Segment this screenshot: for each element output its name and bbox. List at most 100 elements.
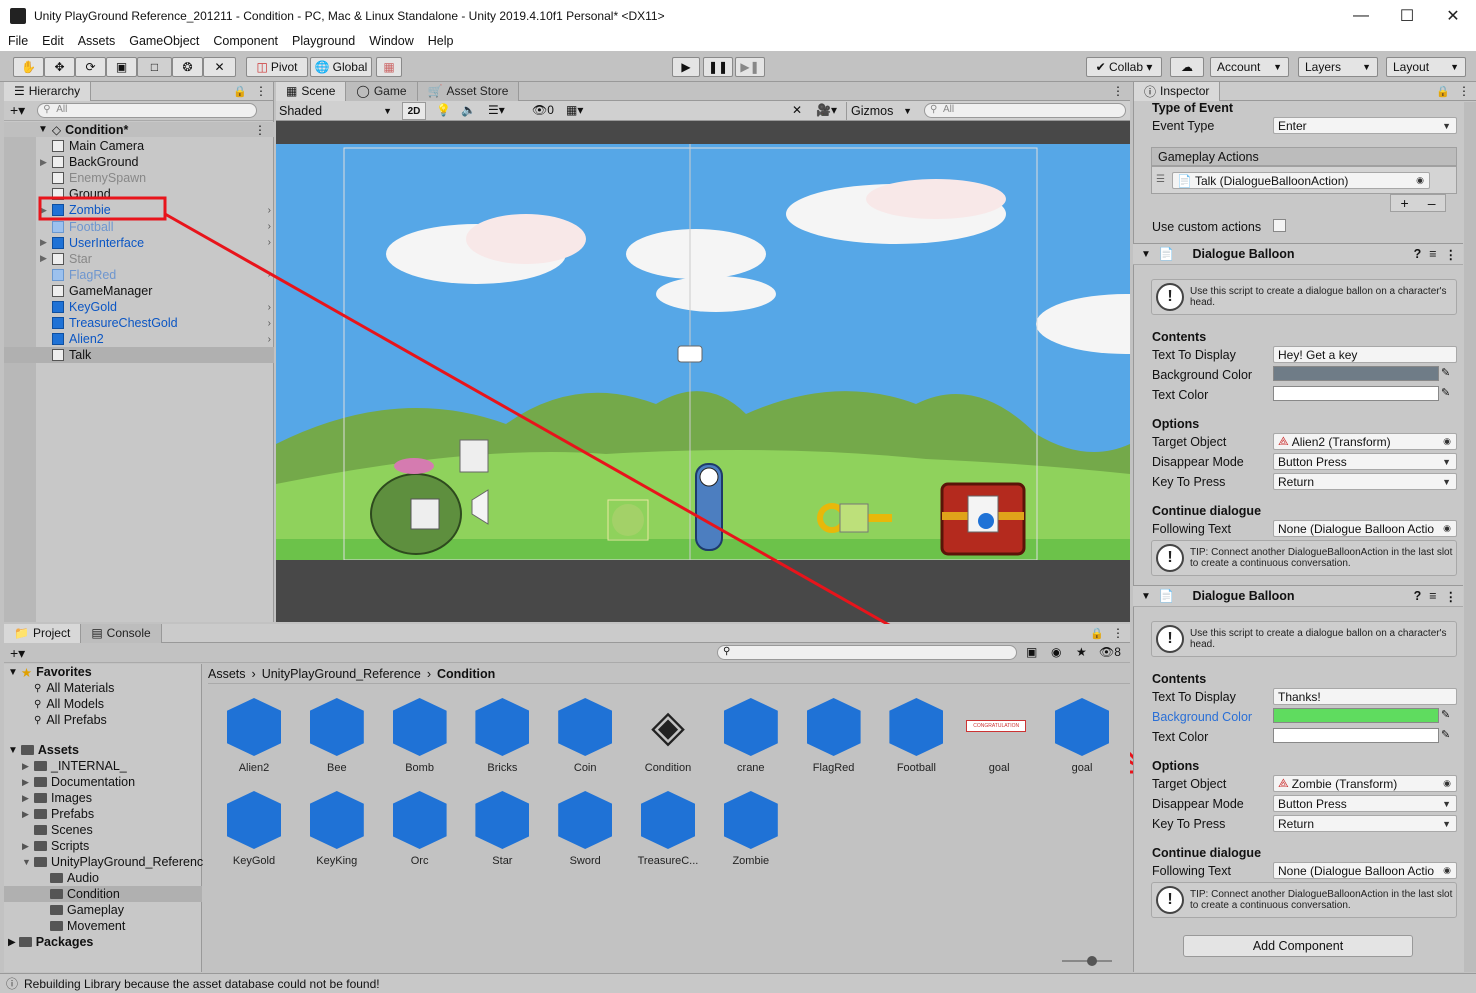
- following-text-field[interactable]: None (Dialogue Balloon Actio ◉: [1273, 862, 1457, 879]
- open-prefab-icon[interactable]: ›: [268, 334, 271, 345]
- asset-item[interactable]: Zombie: [711, 791, 791, 867]
- help-icon[interactable]: ?: [1414, 247, 1422, 261]
- open-prefab-icon[interactable]: ›: [268, 318, 271, 329]
- hierarchy-item-flagred[interactable]: FlagRed ›: [40, 267, 277, 283]
- menu-help[interactable]: Help: [420, 34, 460, 48]
- project-search-input[interactable]: ⚲: [717, 645, 1017, 660]
- asset-item[interactable]: goal: [1042, 698, 1122, 774]
- subfolder-item[interactable]: Movement: [4, 918, 202, 934]
- open-prefab-icon[interactable]: ›: [268, 221, 271, 232]
- hierarchy-item-talk[interactable]: Talk: [4, 347, 274, 364]
- collapse-arrow-icon[interactable]: ▼: [1141, 249, 1151, 260]
- object-picker-icon[interactable]: ◉: [1443, 778, 1451, 789]
- eyedropper-icon[interactable]: ✎: [1441, 386, 1450, 399]
- minimize-icon[interactable]: —: [1338, 0, 1384, 31]
- scene-menu-icon[interactable]: ⋮: [254, 123, 266, 137]
- preset-icon[interactable]: ≡: [1429, 589, 1436, 603]
- object-picker-icon[interactable]: ◉: [1416, 175, 1424, 186]
- hierarchy-item-keygold[interactable]: KeyGold ›: [40, 299, 277, 315]
- menu-assets[interactable]: Assets: [70, 34, 122, 48]
- preset-icon[interactable]: ≡: [1429, 247, 1436, 261]
- menu-file[interactable]: File: [0, 34, 34, 48]
- target-object-field[interactable]: ⟁ Zombie (Transform) ◉: [1273, 775, 1457, 792]
- lighting-icon[interactable]: 💡: [436, 103, 451, 117]
- add-icon[interactable]: +▾: [10, 102, 25, 119]
- hidden-packages-toggle[interactable]: 👁 8: [1099, 645, 1121, 659]
- hierarchy-item-star[interactable]: ▶ Star: [40, 251, 277, 267]
- open-prefab-icon[interactable]: ›: [268, 302, 271, 313]
- hierarchy-item-ground[interactable]: Ground: [40, 186, 277, 202]
- hierarchy-item-userinterface[interactable]: ▶ UserInterface ›: [40, 235, 277, 251]
- scale-tool-icon[interactable]: ▣: [106, 57, 137, 77]
- label-icon[interactable]: ◉: [1051, 645, 1061, 659]
- folder-item[interactable]: ▼ UnityPlayGround_Referenc: [22, 854, 203, 870]
- asset-item[interactable]: Bomb: [380, 698, 460, 774]
- open-prefab-icon[interactable]: ›: [268, 205, 271, 216]
- subfolder-item[interactable]: Audio: [4, 870, 202, 886]
- rotate-tool-icon[interactable]: ⟳: [75, 57, 106, 77]
- snap-grid-icon[interactable]: ▦: [376, 57, 402, 77]
- folder-item[interactable]: ▶ Scripts: [22, 838, 89, 854]
- kebab-menu-icon[interactable]: ⋮: [1445, 589, 1458, 604]
- tools-icon[interactable]: ✕: [792, 103, 802, 117]
- hierarchy-item-main camera[interactable]: Main Camera: [40, 138, 277, 154]
- open-prefab-icon[interactable]: ›: [268, 269, 271, 280]
- scene-menu-icon[interactable]: ⋮: [1112, 84, 1124, 98]
- asset-item[interactable]: KeyGold: [214, 791, 294, 867]
- background-color-swatch[interactable]: [1273, 708, 1439, 723]
- kebab-menu-icon[interactable]: ⋮: [255, 84, 267, 98]
- expand-arrow-icon[interactable]: ▶: [40, 205, 52, 216]
- create-icon[interactable]: +▾: [10, 645, 25, 662]
- target-object-field[interactable]: ⟁ Alien2 (Transform) ◉: [1273, 433, 1457, 450]
- asset-item[interactable]: Bee: [297, 698, 377, 774]
- play-button[interactable]: ▶: [672, 57, 700, 77]
- hierarchy-item-zombie[interactable]: ▶ Zombie ›: [40, 202, 277, 218]
- favorite-item[interactable]: ⚲ All Models: [34, 696, 104, 712]
- tab-hierarchy[interactable]: ☰ Hierarchy: [4, 81, 92, 101]
- close-icon[interactable]: ✕: [1430, 0, 1476, 31]
- expand-arrow-icon[interactable]: ▼: [38, 124, 48, 135]
- talk-action-field[interactable]: 📄 Talk (DialogueBalloonAction) ◉: [1172, 172, 1430, 189]
- object-picker-icon[interactable]: ◉: [1443, 523, 1451, 534]
- account-dropdown[interactable]: Account ▼: [1210, 57, 1289, 77]
- tab-inspector[interactable]: ⓘ Inspector: [1134, 81, 1221, 101]
- add-component-button[interactable]: Add Component: [1183, 935, 1413, 957]
- global-toggle[interactable]: 🌐 Global: [310, 57, 372, 77]
- hand-tool-icon[interactable]: ✋: [13, 57, 44, 77]
- menu-window[interactable]: Window: [361, 34, 419, 48]
- eyedropper-icon[interactable]: ✎: [1441, 366, 1450, 379]
- asset-item[interactable]: Orc: [380, 791, 460, 867]
- asset-item[interactable]: KeyKing: [297, 791, 377, 867]
- assets-row[interactable]: ▼ Assets: [8, 742, 79, 758]
- favorite-icon[interactable]: ★: [1076, 645, 1087, 659]
- asset-item[interactable]: ◈ Condition: [628, 698, 708, 774]
- disappear-mode-dropdown[interactable]: Button Press ▼: [1273, 453, 1457, 470]
- following-text-field[interactable]: None (Dialogue Balloon Actio ◉: [1273, 520, 1457, 537]
- text-color-swatch[interactable]: [1273, 386, 1439, 401]
- breadcrumb-assets[interactable]: Assets: [208, 667, 246, 681]
- breadcrumb-reference[interactable]: UnityPlayGround_Reference: [262, 667, 421, 681]
- dialogue-balloon-header[interactable]: ▼ 📄 Dialogue Balloon? ≡ ⋮: [1133, 243, 1463, 265]
- asset-item[interactable]: Football: [876, 698, 956, 774]
- asset-item[interactable]: crane: [711, 698, 791, 774]
- scene-canvas[interactable]: [276, 144, 1130, 560]
- folder-item[interactable]: ▶ _INTERNAL_: [22, 758, 127, 774]
- background-color-swatch[interactable]: [1273, 366, 1439, 381]
- camera-icon[interactable]: 🎥▾: [816, 103, 837, 117]
- asset-item[interactable]: TreasureC...: [628, 791, 708, 867]
- shading-dropdown[interactable]: Shaded ▼: [276, 102, 396, 120]
- menu-playground[interactable]: Playground: [284, 34, 361, 48]
- pause-button[interactable]: ❚❚: [703, 57, 733, 77]
- favorite-item[interactable]: ⚲ All Materials: [34, 680, 114, 696]
- menu-gameobject[interactable]: GameObject: [121, 34, 205, 48]
- tab-asset-store[interactable]: 🛒 Asset Store: [417, 81, 520, 101]
- disappear-mode-dropdown[interactable]: Button Press ▼: [1273, 795, 1457, 812]
- hierarchy-item-treasurechestgold[interactable]: TreasureChestGold ›: [40, 315, 277, 331]
- folder-item[interactable]: Scenes: [22, 822, 93, 838]
- kebab-menu-icon[interactable]: ⋮: [1112, 626, 1124, 640]
- scene-row[interactable]: ▼ ◇ Condition* ⋮: [4, 122, 274, 137]
- hidden-objects-toggle[interactable]: 👁 0: [532, 103, 554, 117]
- event-type-dropdown[interactable]: Enter ▼: [1273, 117, 1457, 134]
- menu-edit[interactable]: Edit: [34, 34, 70, 48]
- add-item-icon[interactable]: +: [1401, 195, 1409, 211]
